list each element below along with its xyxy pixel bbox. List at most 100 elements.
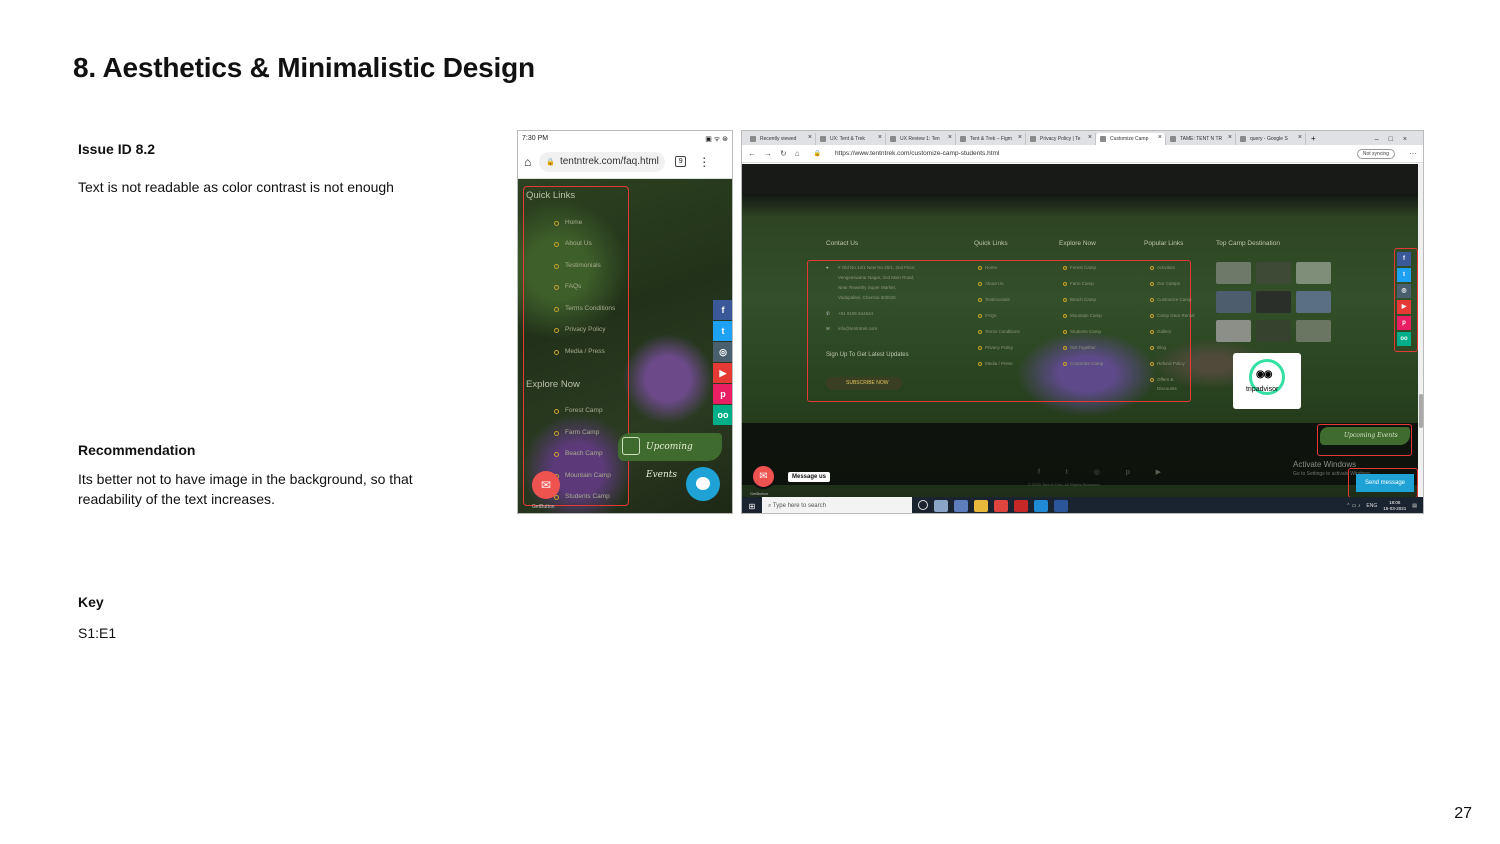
browser-tab-active[interactable]: Customize Camp bbox=[1096, 133, 1166, 145]
popular-link-item[interactable]: Our Camps bbox=[1149, 281, 1180, 286]
upcoming-events-banner[interactable]: Upcoming Events bbox=[1320, 427, 1410, 445]
messenger-chat-button[interactable] bbox=[686, 467, 720, 501]
explore-link-item[interactable]: Get Together bbox=[1063, 345, 1096, 350]
browser-tab[interactable]: UX: Tent & Trek bbox=[816, 133, 886, 145]
tray-language[interactable]: ENG bbox=[1366, 503, 1377, 509]
quick-link-item[interactable]: Media / Press bbox=[978, 361, 1013, 366]
quick-link-item[interactable]: Testimonials bbox=[554, 262, 601, 269]
windows-start-icon[interactable]: ⊞ bbox=[742, 502, 762, 511]
youtube-icon[interactable]: ▶ bbox=[713, 363, 732, 383]
pinterest-icon[interactable]: p bbox=[713, 384, 732, 404]
quick-link-item[interactable]: About Us bbox=[554, 240, 592, 247]
overflow-menu-icon[interactable]: ⋮ bbox=[698, 155, 710, 169]
explore-link-item[interactable]: Students Camp bbox=[554, 493, 610, 500]
browser-tab[interactable]: Recently viewed bbox=[746, 133, 816, 145]
explore-link-item[interactable]: Mountain Camp bbox=[554, 472, 611, 479]
task-view-icon[interactable] bbox=[934, 500, 948, 512]
desktop-url-text[interactable]: https://www.tentntrek.com/customize-camp… bbox=[835, 150, 999, 157]
browser-tab[interactable]: query - Google S bbox=[1236, 133, 1306, 145]
chat-icon[interactable]: ✉ bbox=[751, 464, 776, 489]
browser-tab[interactable]: UX Review 1: Ten bbox=[886, 133, 956, 145]
camp-destination-thumb[interactable] bbox=[1216, 262, 1251, 284]
facebook-icon[interactable]: f bbox=[1397, 252, 1411, 266]
email-link[interactable]: info@tentntrek.com bbox=[838, 326, 877, 331]
tripadvisor-icon[interactable]: oo bbox=[713, 405, 732, 425]
footer-social-icons[interactable]: f t ◎ p ▶ bbox=[1038, 468, 1173, 476]
quick-link-item[interactable]: Terms Conditions bbox=[978, 329, 1020, 334]
popular-link-item[interactable]: Offers & bbox=[1149, 377, 1173, 382]
send-message-button[interactable]: Send message bbox=[1356, 474, 1414, 492]
camp-destination-thumb[interactable] bbox=[1256, 262, 1291, 284]
new-tab-icon[interactable]: + bbox=[1306, 134, 1316, 145]
camp-destination-thumb[interactable] bbox=[1296, 262, 1331, 284]
chat-icon[interactable]: ✉ bbox=[532, 471, 560, 499]
quick-link-item[interactable]: Media / Press bbox=[554, 348, 605, 355]
explore-link-item[interactable]: Beach Camp bbox=[554, 450, 603, 457]
browser-tab[interactable]: TAME: TENT N TR bbox=[1166, 133, 1236, 145]
taskbar-clock[interactable]: 18:06 15-03-2021 bbox=[1383, 500, 1406, 512]
explore-link-item[interactable]: Forest Camp bbox=[554, 407, 603, 414]
quick-link-item[interactable]: Privacy Policy bbox=[553, 326, 605, 333]
popular-link-item[interactable]: Camp Gear Rental bbox=[1150, 313, 1195, 318]
youtube-icon[interactable]: ▶ bbox=[1397, 300, 1411, 314]
explore-link-item[interactable]: Beach Camp bbox=[1062, 297, 1096, 302]
notifications-icon[interactable]: ▤ bbox=[1412, 503, 1417, 509]
camp-destination-thumb[interactable] bbox=[1296, 291, 1331, 313]
popular-link-item[interactable]: Activities bbox=[1150, 265, 1175, 270]
browser-tab[interactable]: Tent & Trek – Figm bbox=[956, 133, 1026, 145]
popular-link-item[interactable]: Customize Camp bbox=[1150, 297, 1192, 302]
home-icon[interactable]: ⌂ bbox=[524, 155, 531, 169]
word-icon[interactable] bbox=[1054, 500, 1068, 512]
phone-number[interactable]: +91 9195 544544 bbox=[838, 311, 873, 316]
popular-link-item[interactable]: Blog bbox=[1149, 345, 1166, 350]
tray-icons[interactable]: ⌃ ▭ ♪ bbox=[1346, 503, 1360, 509]
quick-link-item[interactable]: FAQs bbox=[553, 283, 581, 290]
cortana-icon[interactable] bbox=[918, 500, 928, 510]
quick-link-item[interactable]: Testimonials bbox=[978, 297, 1010, 302]
settings-menu-icon[interactable]: ··· bbox=[1409, 149, 1417, 158]
explore-link-item[interactable]: Forest Camp bbox=[1062, 265, 1096, 270]
taskbar-search-field[interactable]: ⌕ Type here to search bbox=[762, 497, 912, 513]
explore-link-item[interactable]: Mountain Camp bbox=[1063, 313, 1102, 318]
explore-link-item[interactable]: Corporate Camp bbox=[1062, 361, 1103, 366]
quick-link-item[interactable]: FAQs bbox=[977, 313, 996, 318]
phone-address-field[interactable]: 🔒 tentntrek.com/faq.html bbox=[539, 151, 666, 172]
subscribe-button[interactable]: SUBSCRIBE NOW bbox=[826, 377, 902, 390]
page-scrollbar[interactable] bbox=[1418, 164, 1423, 500]
quick-link-item[interactable]: Privacy Policy bbox=[977, 345, 1013, 350]
camp-destination-thumb[interactable] bbox=[1216, 291, 1251, 313]
message-us-tooltip[interactable]: Message us bbox=[788, 472, 831, 482]
popular-link-item[interactable]: Gallery bbox=[1149, 329, 1171, 334]
popular-link-item-cont[interactable]: Discounts bbox=[1157, 386, 1177, 391]
sync-status-button[interactable]: Not syncing bbox=[1356, 148, 1395, 159]
edge-icon[interactable] bbox=[1034, 500, 1048, 512]
instagram-icon[interactable]: ◎ bbox=[1397, 284, 1411, 298]
browser-tab[interactable]: Privacy Policy | Te bbox=[1026, 133, 1096, 145]
instagram-icon[interactable]: ◎ bbox=[713, 342, 732, 362]
quick-link-item[interactable]: About Us bbox=[978, 281, 1004, 286]
twitter-icon[interactable]: t bbox=[713, 321, 732, 341]
camp-destination-thumb[interactable] bbox=[1296, 320, 1331, 342]
chrome-icon[interactable] bbox=[994, 500, 1008, 512]
pinterest-icon[interactable]: p bbox=[1397, 316, 1411, 330]
quick-link-item[interactable]: Terms Conditions bbox=[553, 305, 615, 312]
tripadvisor-icon[interactable]: oo bbox=[1397, 332, 1411, 346]
tripadvisor-badge[interactable]: ◉◉ tripadvisor bbox=[1233, 353, 1301, 409]
quick-link-item[interactable]: Home bbox=[977, 265, 997, 270]
nav-buttons-icon[interactable]: ←→↻⌂ bbox=[748, 149, 808, 158]
quick-link-item[interactable]: Home bbox=[553, 219, 582, 226]
tab-switcher-icon[interactable]: 9 bbox=[675, 156, 687, 167]
camp-destination-thumb[interactable] bbox=[1216, 320, 1251, 342]
facebook-icon[interactable]: f bbox=[713, 300, 732, 320]
explore-link-item[interactable]: Farm Camp bbox=[553, 429, 599, 436]
camp-destination-thumb[interactable] bbox=[1256, 320, 1291, 342]
file-explorer-icon[interactable] bbox=[974, 500, 988, 512]
twitter-icon[interactable]: t bbox=[1397, 268, 1411, 282]
explore-link-item[interactable]: Farm Camp bbox=[1063, 281, 1094, 286]
explore-link-item[interactable]: Students Camp bbox=[1062, 329, 1101, 334]
app-icon[interactable] bbox=[954, 500, 968, 512]
window-controls[interactable]: –□× bbox=[1375, 136, 1423, 145]
camp-destination-thumb[interactable] bbox=[1256, 291, 1291, 313]
popular-link-item[interactable]: Refund Policy bbox=[1150, 361, 1185, 366]
acrobat-icon[interactable] bbox=[1014, 500, 1028, 512]
